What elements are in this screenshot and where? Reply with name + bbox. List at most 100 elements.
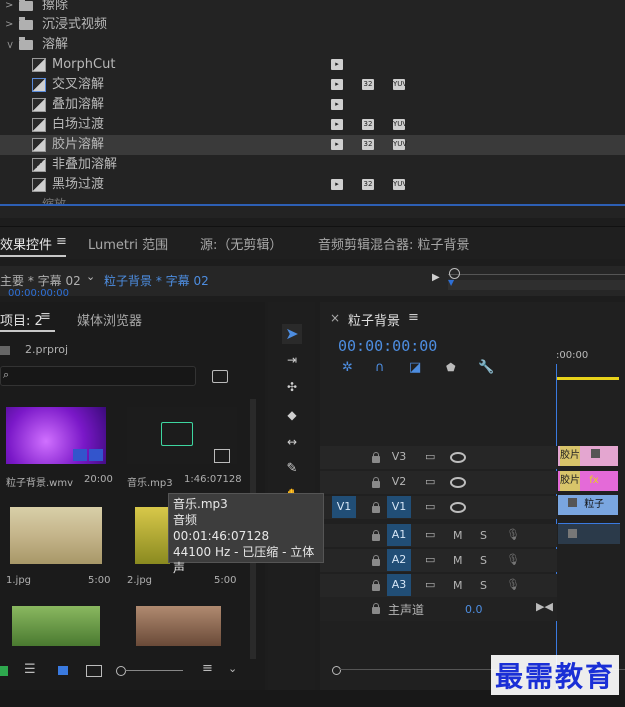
wrench-icon[interactable]: 🔧 [478, 360, 494, 375]
icon-view-icon[interactable] [58, 666, 68, 675]
folder-row[interactable]: > 溶解 [0, 35, 625, 55]
clip-thumbnail[interactable] [10, 507, 102, 564]
track-target-button[interactable]: A2 [387, 549, 411, 571]
snap-icon[interactable]: ∩ [375, 360, 385, 375]
clip-thumbnail[interactable] [136, 606, 221, 646]
lock-icon[interactable] [372, 603, 380, 614]
tab-audio-mixer[interactable]: 音频剪辑混合器: 粒子背景 [318, 234, 470, 253]
solo-button[interactable]: S [480, 554, 487, 567]
solo-button[interactable]: S [480, 529, 487, 542]
source-patch-button[interactable]: V1 [332, 496, 356, 518]
lock-icon[interactable] [372, 502, 380, 513]
lock-icon[interactable] [372, 452, 380, 463]
linked-selection-icon[interactable]: ◪ [409, 360, 421, 375]
menu-icon[interactable]: ≡ [408, 310, 419, 325]
tab-lumetri[interactable]: Lumetri 范围 [88, 234, 168, 253]
clip-thumbnail[interactable] [135, 507, 170, 564]
sync-lock-icon[interactable]: ▭ [425, 578, 435, 591]
ripple-edit-icon[interactable]: ✣ [282, 377, 302, 397]
sync-lock-icon[interactable]: ▭ [425, 528, 435, 541]
chevron-right-icon[interactable]: > [5, 0, 13, 16]
menu-icon[interactable]: ≡ [56, 234, 67, 249]
selection-tool-icon[interactable]: ➤ [282, 324, 302, 344]
tab-media-browser[interactable]: 媒体浏览器 [77, 310, 142, 329]
nest-icon[interactable]: ✲ [342, 360, 353, 375]
slip-tool-icon[interactable]: ↔ [282, 432, 302, 452]
microphone-icon[interactable]: 🎙 [506, 528, 520, 541]
mute-button[interactable]: M [453, 554, 463, 567]
folder-row[interactable]: > 擦除 [0, 0, 625, 16]
mute-button[interactable]: M [453, 529, 463, 542]
sync-lock-icon[interactable]: ▭ [425, 475, 435, 488]
sync-lock-icon[interactable]: ▭ [425, 500, 435, 513]
list-view-icon[interactable]: ☰ [24, 662, 36, 677]
effect-item[interactable]: 交叉溶解 ▸ 32 YUV [0, 75, 625, 95]
go-to-end-icon[interactable]: ▶◀ [536, 600, 553, 613]
clip-thumbnail[interactable] [12, 606, 100, 646]
effect-item[interactable]: 胶片溶解 ▸ 32 YUV [0, 135, 625, 155]
effect-item[interactable]: 白场过渡 ▸ 32 YUV [0, 115, 625, 135]
effect-item[interactable]: 黑场过渡 ▸ 32 YUV [0, 175, 625, 195]
track-target-button[interactable]: V3 [387, 446, 411, 468]
bit-32-badge-icon: 32 [362, 119, 374, 130]
lock-icon[interactable] [0, 666, 8, 676]
folder-row[interactable]: > 沉浸式视频 [0, 15, 625, 35]
yuv-badge-icon: YUV [393, 119, 408, 130]
eye-icon[interactable] [450, 502, 466, 513]
chevron-down-icon[interactable]: ⌄ [86, 270, 95, 283]
clip-a1[interactable] [558, 523, 620, 544]
play-icon[interactable]: ▶ [432, 272, 440, 283]
chevron-down-icon[interactable]: > [0, 41, 19, 49]
close-icon[interactable]: × [330, 311, 340, 325]
lock-icon[interactable] [372, 530, 380, 541]
freeform-view-icon[interactable] [86, 665, 102, 677]
timeline-timecode[interactable]: 00:00:00:00 [338, 337, 437, 355]
new-bin-icon[interactable] [212, 370, 228, 383]
pen-icon[interactable]: ✎ [282, 459, 302, 479]
zoom-slider[interactable] [125, 670, 183, 671]
sequence-clip-label[interactable]: 粒子背景 * 字幕 02 [104, 272, 209, 289]
sync-lock-icon[interactable]: ▭ [425, 553, 435, 566]
master-volume[interactable]: 0.0 [465, 603, 483, 616]
scroll-handle[interactable] [332, 666, 341, 675]
track-target-button[interactable]: A3 [387, 574, 411, 596]
effect-item[interactable]: 非叠加溶解 [0, 155, 625, 175]
transition-icon [32, 178, 46, 192]
marker-icon[interactable]: ⬟ [446, 361, 456, 374]
lock-icon[interactable] [372, 477, 380, 488]
tab-project[interactable]: 项目: 2 [0, 310, 43, 329]
track-target-button[interactable]: A1 [387, 524, 411, 546]
sort-icon[interactable]: ≡ [202, 661, 213, 676]
menu-icon[interactable]: ≡ [40, 309, 51, 324]
track-target-button[interactable]: V2 [387, 471, 411, 493]
eye-icon[interactable] [450, 452, 466, 463]
effect-item[interactable]: MorphCut ▸ [0, 55, 625, 75]
clip-v3[interactable]: 胶片 [558, 446, 618, 466]
clip-v1[interactable]: 粒子 [558, 495, 618, 515]
lock-icon[interactable] [372, 555, 380, 566]
playhead-icon[interactable]: ▼ [448, 278, 454, 287]
effect-controls-timecode[interactable]: 00:00:00:00 [8, 288, 69, 299]
tab-sequence[interactable]: 粒子背景 [348, 310, 400, 329]
sync-lock-icon[interactable]: ▭ [425, 450, 435, 463]
eye-icon[interactable] [450, 477, 466, 488]
transition-icon [32, 158, 46, 172]
solo-button[interactable]: S [480, 579, 487, 592]
chevron-down-icon[interactable]: ⌄ [228, 662, 237, 675]
chevron-right-icon[interactable]: > [5, 15, 13, 35]
work-area-bar[interactable] [557, 377, 619, 380]
search-input[interactable]: ⌕ [0, 366, 196, 386]
track-select-icon[interactable]: ⇥ [282, 350, 302, 370]
microphone-icon[interactable]: 🎙 [506, 578, 520, 591]
master-clip-label[interactable]: 主要 * 字幕 02 [0, 272, 81, 289]
mute-button[interactable]: M [453, 579, 463, 592]
clip-v2[interactable]: 胶片 fx [558, 471, 618, 491]
zoom-slider-handle[interactable] [116, 666, 126, 676]
effect-item[interactable]: 叠加溶解 ▸ [0, 95, 625, 115]
tab-source[interactable]: 源:（无剪辑） [200, 234, 282, 253]
track-target-button[interactable]: V1 [387, 496, 411, 518]
microphone-icon[interactable]: 🎙 [506, 553, 520, 566]
lock-icon[interactable] [372, 580, 380, 591]
razor-icon[interactable]: ◆ [282, 405, 302, 425]
tab-effect-controls[interactable]: 效果控件 [0, 234, 52, 253]
